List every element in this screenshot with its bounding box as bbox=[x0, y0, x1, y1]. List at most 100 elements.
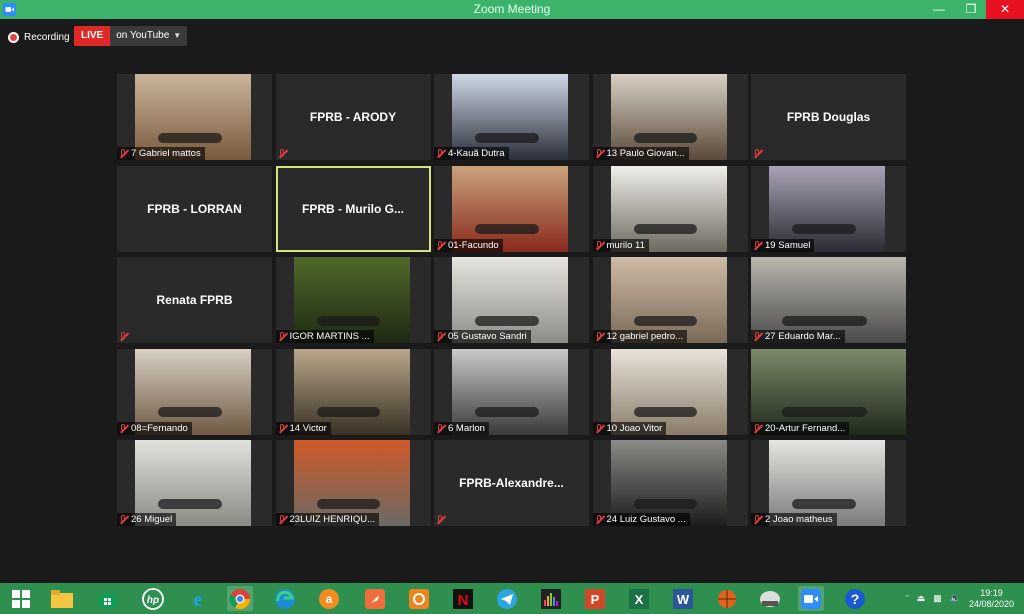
participant-nameplate: 20-Artur Fernand... bbox=[751, 421, 850, 435]
mic-muted-icon bbox=[593, 330, 607, 343]
usb-icon[interactable]: ⏏ bbox=[917, 593, 926, 604]
participant-name: murilo 11 bbox=[606, 239, 645, 251]
telegram-icon[interactable] bbox=[494, 586, 520, 611]
participant-tile[interactable]: 7 Gabriel mattos bbox=[117, 74, 272, 160]
participant-tile[interactable]: FPRB - ARODY bbox=[275, 74, 431, 160]
participant-tile[interactable]: Renata FPRB bbox=[117, 257, 272, 343]
audio-app-icon[interactable] bbox=[538, 586, 564, 611]
participant-name: 26 Miguel bbox=[131, 514, 173, 525]
participant-figure bbox=[633, 498, 698, 509]
participant-figure bbox=[782, 407, 868, 418]
mic-muted-icon bbox=[276, 513, 290, 526]
participant-tile[interactable]: 4-Kauã Dutra bbox=[434, 74, 589, 160]
participant-nameplate: 26 Miguel bbox=[117, 513, 177, 526]
participant-name-display: FPRB Douglas bbox=[786, 110, 871, 124]
zoom-icon[interactable] bbox=[798, 586, 824, 611]
hp-icon[interactable]: hp bbox=[140, 586, 166, 611]
participant-tile[interactable]: 23LUIZ HENRIQU... bbox=[275, 440, 431, 526]
chevron-up-icon[interactable]: ˆ bbox=[906, 594, 909, 604]
participant-name-display: FPRB - LORRAN bbox=[147, 201, 242, 216]
participant-nameplate: 4-Kauã Dutra bbox=[434, 147, 509, 160]
participant-tile[interactable]: 20-Artur Fernand... bbox=[751, 348, 906, 435]
participant-nameplate: 2 Joao matheus bbox=[751, 513, 837, 526]
participant-nameplate: 01-Facundo bbox=[434, 238, 503, 252]
store-icon[interactable] bbox=[95, 586, 121, 611]
participant-name: 13 Paulo Giovan... bbox=[606, 148, 685, 159]
participant-figure bbox=[316, 407, 381, 418]
participant-name: 6 Marlon bbox=[448, 422, 485, 434]
participant-tile[interactable]: FPRB Douglas bbox=[751, 74, 906, 160]
mic-muted-icon bbox=[593, 422, 607, 435]
participant-tile[interactable]: 08=Fernando bbox=[117, 348, 272, 435]
clock[interactable]: 19:19 24/08/2020 bbox=[969, 588, 1014, 610]
live-stream-control[interactable]: LIVE on YouTube ▼ bbox=[74, 26, 188, 46]
participant-nameplate: 19 Samuel bbox=[751, 238, 815, 252]
mic-muted-icon bbox=[593, 147, 607, 160]
participant-figure bbox=[475, 224, 539, 235]
participant-tile[interactable]: 10 Joao Vitor bbox=[592, 348, 748, 435]
window-title: Zoom Meeting bbox=[473, 2, 551, 16]
netflix-icon[interactable]: N bbox=[450, 586, 476, 611]
excel-icon[interactable]: X bbox=[626, 586, 652, 611]
participant-tile[interactable]: 05 Gustavo Sandri bbox=[434, 257, 589, 343]
participant-tile[interactable]: 01-Facundo bbox=[434, 165, 589, 252]
participant-nameplate: 12 gabriel pedro... bbox=[592, 330, 688, 343]
internet-explorer-icon[interactable]: e bbox=[185, 586, 211, 611]
minimize-button[interactable]: — bbox=[924, 0, 954, 19]
participant-name: 4-Kauã Dutra bbox=[448, 148, 505, 159]
participant-tile[interactable]: IGOR MARTINS ... bbox=[275, 257, 431, 343]
participant-tile[interactable]: FPRB - LORRAN bbox=[117, 165, 272, 252]
maximize-button[interactable]: ❐ bbox=[956, 0, 986, 19]
participant-tile[interactable]: murilo 11 bbox=[592, 165, 748, 252]
participant-nameplate bbox=[276, 147, 294, 160]
participant-nameplate: 14 Victor bbox=[275, 421, 331, 435]
participant-nameplate: 6 Marlon bbox=[434, 421, 489, 435]
powerpoint-icon[interactable]: P bbox=[582, 586, 608, 611]
participant-name: 05 Gustavo Sandri bbox=[448, 331, 527, 342]
avast-icon[interactable]: a bbox=[316, 586, 342, 611]
participant-tile[interactable]: FPRB - Murilo G... bbox=[275, 165, 431, 252]
mic-muted-icon bbox=[117, 330, 131, 343]
system-tray: ˆ ⏏ ▩ 🔈 19:19 24/08/2020 bbox=[906, 583, 1024, 614]
camera-app-icon[interactable] bbox=[406, 586, 432, 611]
windows-start-icon[interactable] bbox=[8, 586, 34, 611]
participant-nameplate: 13 Paulo Giovan... bbox=[592, 147, 689, 160]
participant-tile[interactable]: 24 Luiz Gustavo ... bbox=[592, 440, 748, 526]
participant-tile[interactable]: 14 Victor bbox=[275, 348, 431, 435]
mic-muted-icon bbox=[276, 147, 290, 160]
live-target-dropdown[interactable]: on YouTube ▼ bbox=[110, 26, 188, 46]
close-button[interactable]: ✕ bbox=[986, 0, 1024, 19]
basketball-app-icon[interactable] bbox=[714, 586, 740, 611]
recording-indicator[interactable]: Recording bbox=[8, 28, 70, 46]
mic-muted-icon bbox=[751, 239, 765, 252]
participant-name-display: FPRB-Alexandre... bbox=[459, 476, 564, 490]
record-icon bbox=[8, 31, 19, 43]
volume-icon[interactable]: 🔈 bbox=[950, 593, 961, 604]
participant-tile[interactable]: 27 Eduardo Mar... bbox=[751, 257, 906, 343]
participant-figure bbox=[158, 132, 222, 143]
participant-tile[interactable]: 13 Paulo Giovan... bbox=[592, 74, 748, 160]
participant-tile[interactable]: 12 gabriel pedro... bbox=[592, 257, 748, 343]
help-icon[interactable]: ? bbox=[842, 586, 868, 611]
participant-tile[interactable]: 2 Joao matheus bbox=[751, 440, 906, 526]
participant-nameplate: 27 Eduardo Mar... bbox=[751, 330, 845, 343]
participant-tile[interactable]: 26 Miguel bbox=[117, 440, 272, 526]
participant-nameplate: 05 Gustavo Sandri bbox=[434, 330, 531, 343]
participant-tile[interactable]: FPRB-Alexandre... bbox=[434, 440, 589, 526]
title-bar: Zoom Meeting — ❐ ✕ bbox=[0, 0, 1024, 19]
participant-tile[interactable]: 6 Marlon bbox=[434, 348, 589, 435]
clock-time: 19:19 bbox=[980, 587, 1003, 598]
caret-down-icon: ▼ bbox=[173, 31, 182, 40]
rocket-app-icon[interactable] bbox=[362, 586, 388, 611]
participant-nameplate: IGOR MARTINS ... bbox=[275, 330, 374, 343]
participant-figure bbox=[633, 132, 698, 143]
svg-text:a: a bbox=[326, 592, 333, 606]
edge-icon[interactable] bbox=[272, 586, 298, 611]
file-explorer-icon[interactable] bbox=[49, 586, 75, 611]
word-icon[interactable]: W bbox=[670, 586, 696, 611]
chrome-icon[interactable] bbox=[227, 586, 253, 611]
network-icon[interactable]: ▩ bbox=[933, 593, 942, 604]
participant-tile[interactable]: 19 Samuel bbox=[751, 165, 906, 252]
participant-name: 27 Eduardo Mar... bbox=[765, 331, 841, 342]
inkscape-icon[interactable] bbox=[757, 586, 783, 611]
